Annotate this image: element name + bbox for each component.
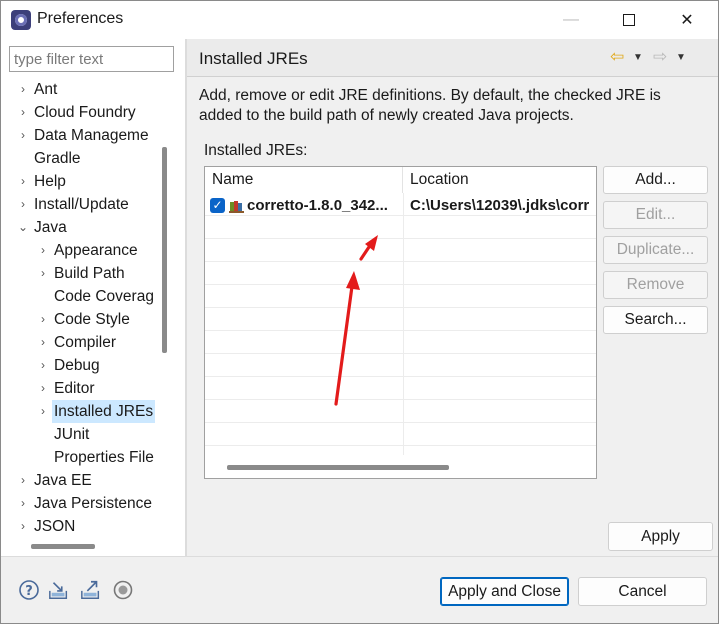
jre-library-icon xyxy=(229,198,245,213)
table-grid-row xyxy=(205,239,596,262)
chevron-right-icon xyxy=(37,446,49,469)
jre-location-cell: C:\Users\12039\.jdks\corr xyxy=(410,197,590,214)
table-grid-row xyxy=(205,216,596,239)
apply-button[interactable]: Apply xyxy=(608,522,713,551)
chevron-right-icon[interactable]: › xyxy=(37,239,49,262)
chevron-right-icon[interactable]: › xyxy=(17,78,29,101)
forward-arrow-icon: ⇨ xyxy=(653,47,668,66)
table-grid-row xyxy=(205,285,596,308)
sidebar-item-label: Help xyxy=(34,173,66,190)
sidebar-item-label: Code Coverag xyxy=(54,288,154,305)
sidebar-item-label: Gradle xyxy=(34,150,81,167)
filter-input[interactable] xyxy=(9,46,174,72)
sidebar-item-label: Build Path xyxy=(54,265,125,282)
eclipse-app-icon xyxy=(11,10,31,30)
sidebar-item-label: Installed JREs xyxy=(52,400,156,423)
edit-button[interactable]: Edit... xyxy=(603,201,708,229)
export-icon[interactable] xyxy=(80,579,102,601)
sidebar-item-label: Editor xyxy=(54,380,95,397)
sidebar-item-label: Code Style xyxy=(54,311,130,328)
table-grid-row xyxy=(205,423,596,446)
chevron-right-icon xyxy=(17,147,29,170)
table-horizontal-scrollbar[interactable] xyxy=(227,465,449,470)
record-icon[interactable] xyxy=(112,579,134,601)
chevron-right-icon[interactable]: › xyxy=(17,515,29,537)
sidebar-item-label: Java EE xyxy=(34,472,92,489)
table-grid-row xyxy=(205,262,596,285)
window-title: Preferences xyxy=(37,10,124,27)
maximize-button[interactable] xyxy=(600,1,658,39)
sidebar-item-label: Compiler xyxy=(54,334,117,351)
forward-dropdown-icon[interactable]: ▼ xyxy=(676,47,686,67)
chevron-right-icon[interactable]: › xyxy=(17,193,29,216)
chevron-right-icon[interactable]: › xyxy=(37,308,49,331)
table-grid-row xyxy=(205,308,596,331)
chevron-right-icon[interactable]: › xyxy=(17,492,29,515)
chevron-right-icon[interactable]: › xyxy=(37,262,49,285)
jre-table: Name Location ✓ corretto-1.8.0_342... C:… xyxy=(204,166,597,479)
tree-horizontal-scrollbar[interactable] xyxy=(31,544,95,549)
sidebar-item-label: Cloud Foundry xyxy=(34,104,136,121)
page-title: Installed JREs xyxy=(199,49,308,68)
sidebar-item-label: Install/Update xyxy=(34,196,129,213)
minimize-button[interactable]: — xyxy=(542,1,600,39)
chevron-right-icon[interactable]: › xyxy=(17,124,29,147)
chevron-right-icon xyxy=(37,285,49,308)
jre-checkbox[interactable]: ✓ xyxy=(210,198,225,213)
chevron-right-icon[interactable]: › xyxy=(17,469,29,492)
table-grid-row xyxy=(205,331,596,354)
sidebar-item-label: JUnit xyxy=(54,426,90,443)
apply-and-close-button[interactable]: Apply and Close xyxy=(440,577,569,606)
sidebar-item-label: Appearance xyxy=(54,242,138,259)
column-header-location[interactable]: Location xyxy=(403,167,596,193)
preference-tree-pane: › Ant › Cloud Foundry › Data Manageme Gradle › H… xyxy=(1,39,185,556)
page-header: Installed JREs ⇦ ▼ ⇨ ▼ xyxy=(187,39,718,77)
column-header-name[interactable]: Name xyxy=(205,167,403,193)
sidebar-item-label: Java Persistence xyxy=(34,495,153,512)
duplicate-button[interactable]: Duplicate... xyxy=(603,236,708,264)
close-button[interactable]: ✕ xyxy=(658,1,716,39)
add-button[interactable]: Add... xyxy=(603,166,708,194)
sidebar-item-label: Java xyxy=(34,219,67,236)
chevron-right-icon[interactable]: › xyxy=(17,101,29,124)
search-button[interactable]: Search... xyxy=(603,306,708,334)
close-icon: ✕ xyxy=(680,12,694,29)
minimize-icon: — xyxy=(563,11,579,28)
jre-name-cell: corretto-1.8.0_342... xyxy=(247,197,388,214)
sidebar-item-label: Ant xyxy=(34,81,58,98)
table-grid-row xyxy=(205,354,596,377)
chevron-right-icon[interactable]: › xyxy=(17,170,29,193)
chevron-right-icon xyxy=(37,423,49,446)
title-bar: Preferences — ✕ xyxy=(1,1,718,39)
back-arrow-icon[interactable]: ⇦ xyxy=(610,47,624,67)
chevron-right-icon[interactable]: › xyxy=(37,400,49,423)
chevron-right-icon[interactable]: › xyxy=(37,354,49,377)
remove-button[interactable]: Remove xyxy=(603,271,708,299)
back-dropdown-icon[interactable]: ▼ xyxy=(633,47,643,67)
cancel-button[interactable]: Cancel xyxy=(578,577,707,606)
preferences-window: Preferences — ✕ › Ant › Cloud Foundry › Data … xyxy=(0,0,719,624)
chevron-right-icon[interactable]: › xyxy=(37,331,49,354)
table-grid-row xyxy=(205,377,596,400)
column-divider xyxy=(403,193,404,455)
bottom-separator xyxy=(1,556,718,557)
help-icon[interactable]: ? xyxy=(18,579,40,601)
sidebar-item-label: Data Manageme xyxy=(34,127,149,144)
expanded-chevron-icon[interactable]: ⌄ xyxy=(17,216,29,239)
preference-page: Installed JREs ⇦ ▼ ⇨ ▼ Add, remove or ed… xyxy=(187,39,718,556)
page-description: Add, remove or edit JRE definitions. By … xyxy=(199,87,661,124)
maximize-icon xyxy=(623,14,635,26)
table-row[interactable]: ✓ corretto-1.8.0_342... C:\Users\12039\.… xyxy=(205,194,596,217)
installed-jres-label: Installed JREs: xyxy=(204,142,308,159)
preference-tree: › Ant › Cloud Foundry › Data Manageme Gradle › H… xyxy=(1,77,161,537)
sidebar-item-label: JSON xyxy=(34,518,76,535)
sidebar-item-label: Properties File xyxy=(54,449,154,466)
import-icon[interactable] xyxy=(48,579,70,601)
tree-vertical-scrollbar[interactable] xyxy=(162,147,167,353)
chevron-right-icon[interactable]: › xyxy=(37,377,49,400)
svg-text:?: ? xyxy=(25,584,33,599)
table-grid-row xyxy=(205,400,596,423)
sidebar-item-label: Debug xyxy=(54,357,100,374)
